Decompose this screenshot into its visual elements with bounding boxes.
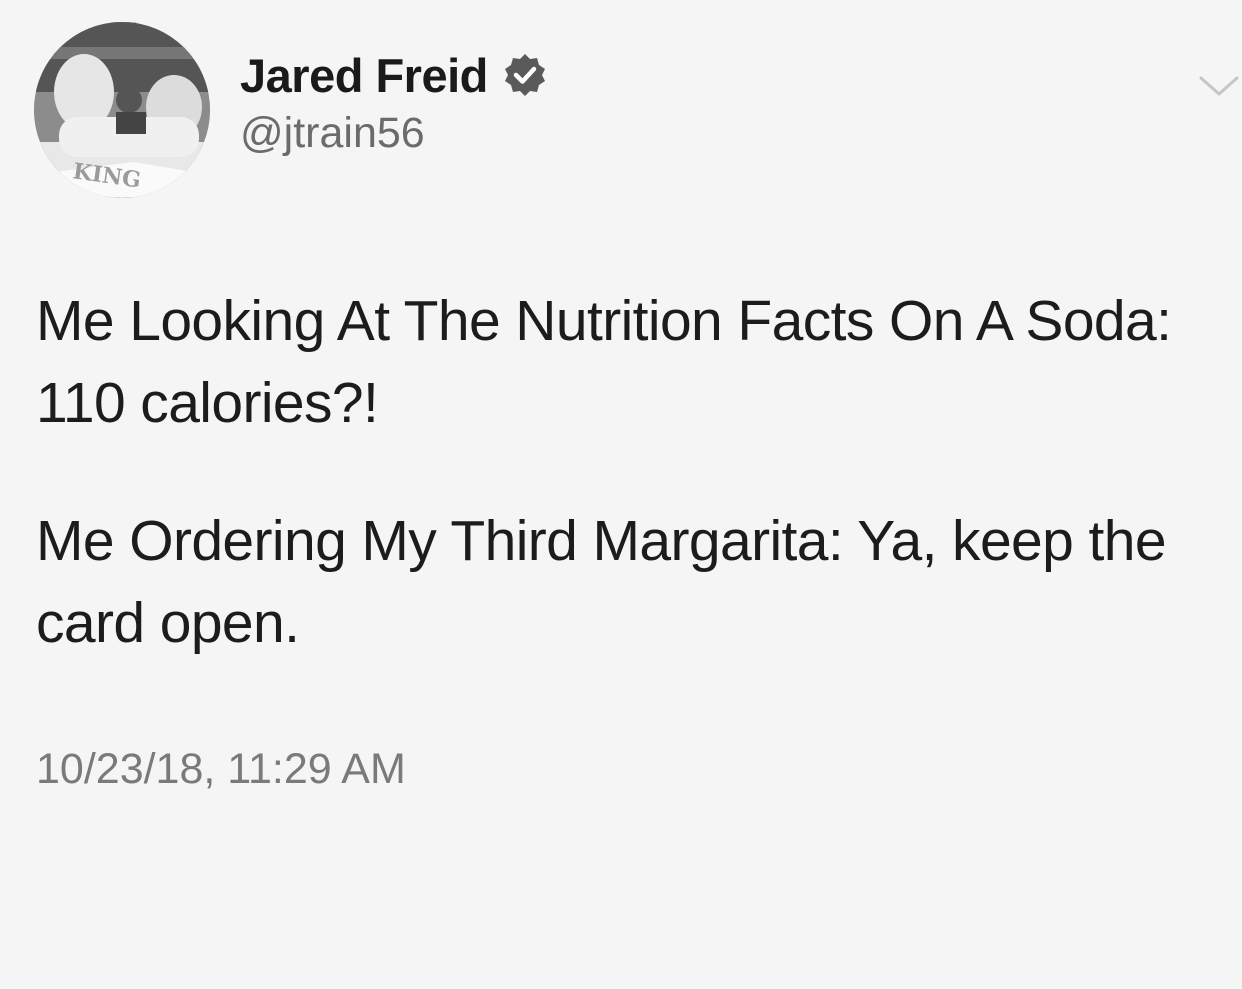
avatar[interactable]: KING [34, 22, 210, 198]
author-name-row: Jared Freid [240, 44, 548, 106]
tweet-paragraph: Me Looking At The Nutrition Facts On A S… [36, 289, 1172, 435]
tweet-paragraph: Me Ordering My Third Margarita: Ya, keep… [36, 509, 1167, 655]
author-handle[interactable]: @jtrain56 [240, 112, 425, 155]
tweet-card: KING Jared Freid @jtrain56 Me Looking At… [0, 0, 1242, 989]
tweet-text: Me Looking At The Nutrition Facts On A S… [36, 280, 1236, 664]
tweet-timestamp[interactable]: 10/23/18, 11:29 AM [36, 748, 406, 791]
verified-badge-icon [504, 54, 545, 96]
display-name[interactable]: Jared Freid [240, 52, 488, 99]
avatar-image: KING [34, 22, 210, 198]
chevron-down-icon[interactable] [1197, 70, 1241, 100]
